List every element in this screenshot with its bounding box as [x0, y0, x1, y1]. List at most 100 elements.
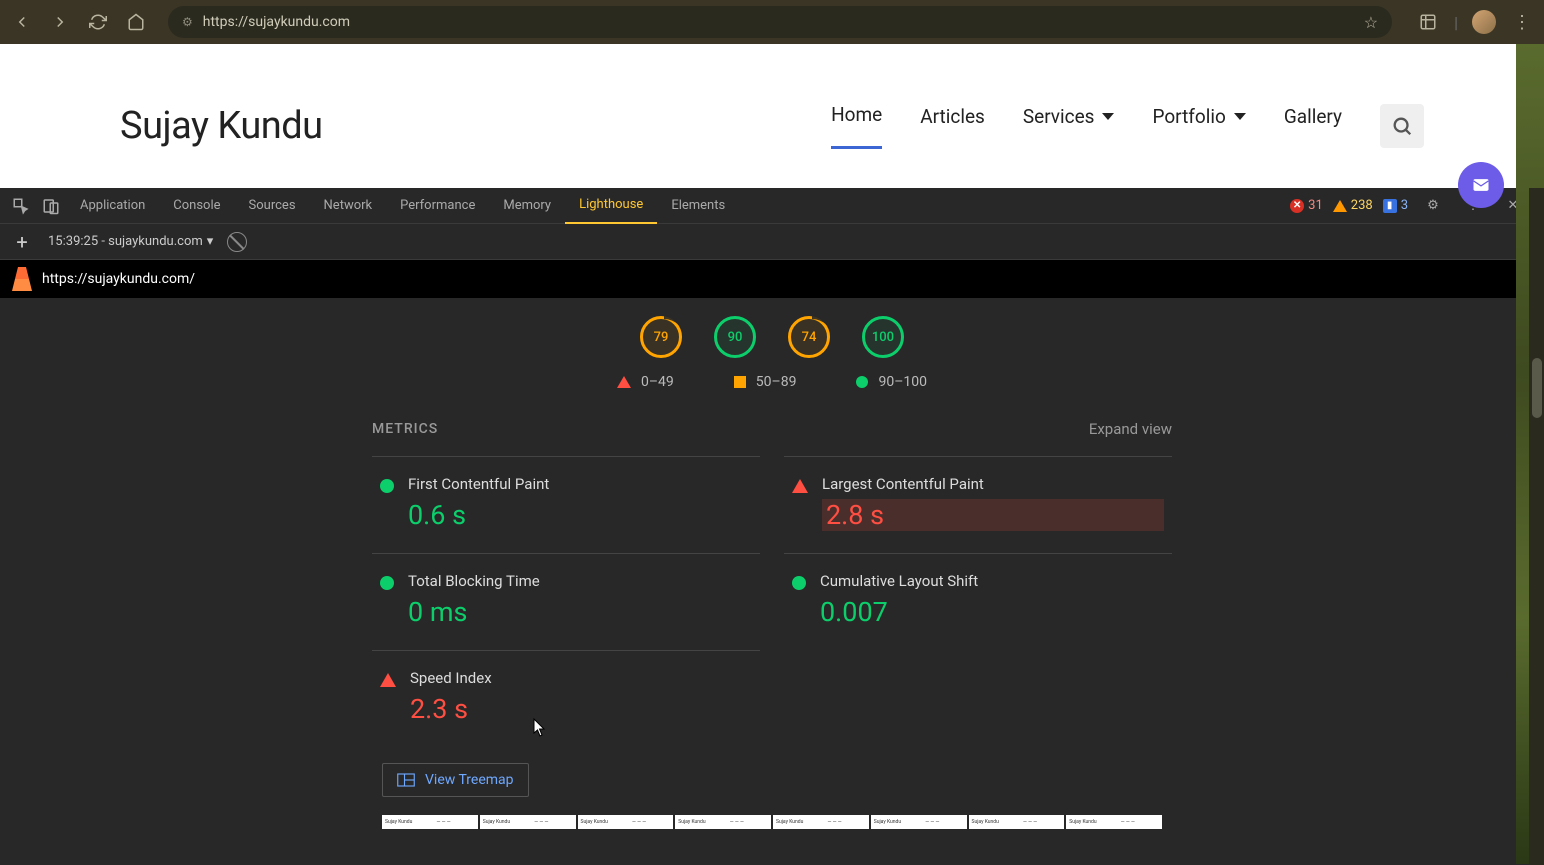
toolbar-divider: |	[1454, 13, 1458, 32]
filmstrip-frame[interactable]: Sujay Kundu— — —	[578, 815, 674, 829]
metrics-title: METRICS	[372, 421, 438, 437]
lighthouse-toolbar: + 15:39:25 - sujaykundu.com▾	[0, 224, 1544, 260]
metric-row[interactable]: Cumulative Layout Shift 0.007	[784, 553, 1172, 650]
score-gauge[interactable]: 79	[640, 316, 682, 358]
tab-performance[interactable]: Performance	[386, 188, 489, 224]
forward-button[interactable]	[48, 10, 72, 34]
filmstrip-frame[interactable]: Sujay Kundu— — —	[871, 815, 967, 829]
circle-icon	[380, 576, 394, 590]
new-report-button[interactable]: +	[10, 230, 34, 254]
filmstrip: Sujay Kundu— — —Sujay Kundu— — —Sujay Ku…	[372, 815, 1172, 829]
circle-icon	[792, 576, 806, 590]
reload-button[interactable]	[86, 10, 110, 34]
metrics-grid: First Contentful Paint 0.6 s Largest Con…	[372, 456, 1172, 747]
tab-elements[interactable]: Elements	[657, 188, 739, 224]
circle-icon	[380, 479, 394, 493]
nav-gallery[interactable]: Gallery	[1284, 105, 1342, 148]
triangle-icon	[380, 673, 396, 687]
home-button[interactable]	[124, 10, 148, 34]
contact-fab[interactable]	[1458, 162, 1504, 208]
nav-home[interactable]: Home	[831, 103, 882, 149]
address-bar[interactable]: ⚙ https://sujaykundu.com ☆	[168, 6, 1392, 38]
bookmark-icon[interactable]: ☆	[1364, 13, 1378, 32]
warning-count-badge[interactable]: 238	[1333, 198, 1373, 213]
extensions-button[interactable]	[1416, 10, 1440, 34]
browser-menu-button[interactable]: ⋮	[1510, 10, 1534, 34]
chevron-down-icon	[1234, 113, 1246, 120]
error-count-badge[interactable]: ✕31	[1290, 198, 1323, 213]
search-button[interactable]	[1380, 104, 1424, 148]
legend-fail: 0–49	[617, 374, 674, 390]
score-legend: 0–49 50–89 90–100	[0, 374, 1544, 390]
square-icon	[734, 376, 746, 388]
devtools-panel: Application Console Sources Network Perf…	[0, 188, 1544, 865]
tab-lighthouse[interactable]: Lighthouse	[565, 188, 657, 224]
main-nav: Home Articles Services Portfolio Gallery	[831, 103, 1342, 149]
score-gauge[interactable]: 90	[714, 316, 756, 358]
triangle-icon	[792, 479, 808, 493]
nav-portfolio[interactable]: Portfolio	[1152, 105, 1245, 148]
metric-value: 0.6 s	[408, 499, 752, 531]
page-content: Sujay Kundu Home Articles Services Portf…	[0, 44, 1544, 188]
report-selector[interactable]: 15:39:25 - sujaykundu.com▾	[48, 234, 213, 249]
lighthouse-url: https://sujaykundu.com/	[42, 271, 195, 287]
clear-report-button[interactable]	[227, 232, 247, 252]
metric-row[interactable]: Largest Contentful Paint 2.8 s	[784, 456, 1172, 553]
profile-avatar[interactable]	[1472, 10, 1496, 34]
metric-value: 0.007	[820, 596, 1164, 628]
tab-console[interactable]: Console	[159, 188, 234, 224]
metric-row[interactable]: Total Blocking Time 0 ms	[372, 553, 760, 650]
tab-memory[interactable]: Memory	[489, 188, 565, 224]
score-gauge[interactable]: 74	[788, 316, 830, 358]
treemap-icon	[397, 773, 415, 787]
metric-value: 2.8 s	[822, 499, 1164, 531]
filmstrip-frame[interactable]: Sujay Kundu— — —	[1066, 815, 1162, 829]
filmstrip-frame[interactable]: Sujay Kundu— — —	[675, 815, 771, 829]
url-text: https://sujaykundu.com	[203, 14, 1354, 30]
cursor-icon	[533, 718, 547, 738]
dropdown-icon: ▾	[207, 234, 214, 249]
metric-row[interactable]: First Contentful Paint 0.6 s	[372, 456, 760, 553]
metric-value: 0 ms	[408, 596, 752, 628]
error-icon: ✕	[1290, 199, 1304, 213]
filmstrip-frame[interactable]: Sujay Kundu— — —	[969, 815, 1065, 829]
metric-label: First Contentful Paint	[408, 475, 752, 493]
score-gauge[interactable]: 100	[862, 316, 904, 358]
circle-icon	[856, 376, 868, 388]
metric-value: 2.3 s	[410, 693, 752, 725]
lighthouse-header: https://sujaykundu.com/ ⋮	[0, 260, 1544, 298]
scrollbar[interactable]	[1529, 188, 1544, 865]
metric-label: Total Blocking Time	[408, 572, 752, 590]
chevron-down-icon	[1102, 113, 1114, 120]
tab-application[interactable]: Application	[66, 188, 159, 224]
nav-services[interactable]: Services	[1023, 105, 1115, 148]
tab-network[interactable]: Network	[310, 188, 387, 224]
legend-pass: 90–100	[856, 374, 927, 390]
site-settings-icon[interactable]: ⚙	[182, 15, 193, 29]
devtools-settings-button[interactable]: ⚙	[1418, 191, 1448, 221]
nav-articles[interactable]: Articles	[920, 105, 985, 148]
inspect-button[interactable]	[6, 191, 36, 221]
filmstrip-frame[interactable]: Sujay Kundu— — —	[382, 815, 478, 829]
back-button[interactable]	[10, 10, 34, 34]
metric-label: Largest Contentful Paint	[822, 475, 1164, 493]
view-treemap-button[interactable]: View Treemap	[382, 763, 529, 797]
metric-label: Cumulative Layout Shift	[820, 572, 1164, 590]
score-gauges: 79 90 74 100	[0, 316, 1544, 358]
metric-label: Speed Index	[410, 669, 752, 687]
filmstrip-frame[interactable]: Sujay Kundu— — —	[773, 815, 869, 829]
triangle-icon	[617, 376, 631, 388]
expand-view-button[interactable]: Expand view	[1089, 420, 1172, 438]
legend-average: 50–89	[734, 374, 797, 390]
lighthouse-logo-icon	[12, 267, 32, 291]
filmstrip-frame[interactable]: Sujay Kundu— — —	[480, 815, 576, 829]
tab-sources[interactable]: Sources	[235, 188, 310, 224]
info-count-badge[interactable]: ▮3	[1383, 198, 1408, 213]
info-icon: ▮	[1383, 199, 1397, 213]
metric-row[interactable]: Speed Index 2.3 s	[372, 650, 760, 747]
browser-toolbar: ⚙ https://sujaykundu.com ☆ | ⋮	[0, 0, 1544, 44]
lighthouse-body: 79 90 74 100 0–49 50–89 90–100 METRICS Expa…	[0, 298, 1544, 865]
site-logo[interactable]: Sujay Kundu	[120, 104, 323, 148]
device-toggle-button[interactable]	[36, 191, 66, 221]
warning-icon	[1333, 200, 1347, 212]
